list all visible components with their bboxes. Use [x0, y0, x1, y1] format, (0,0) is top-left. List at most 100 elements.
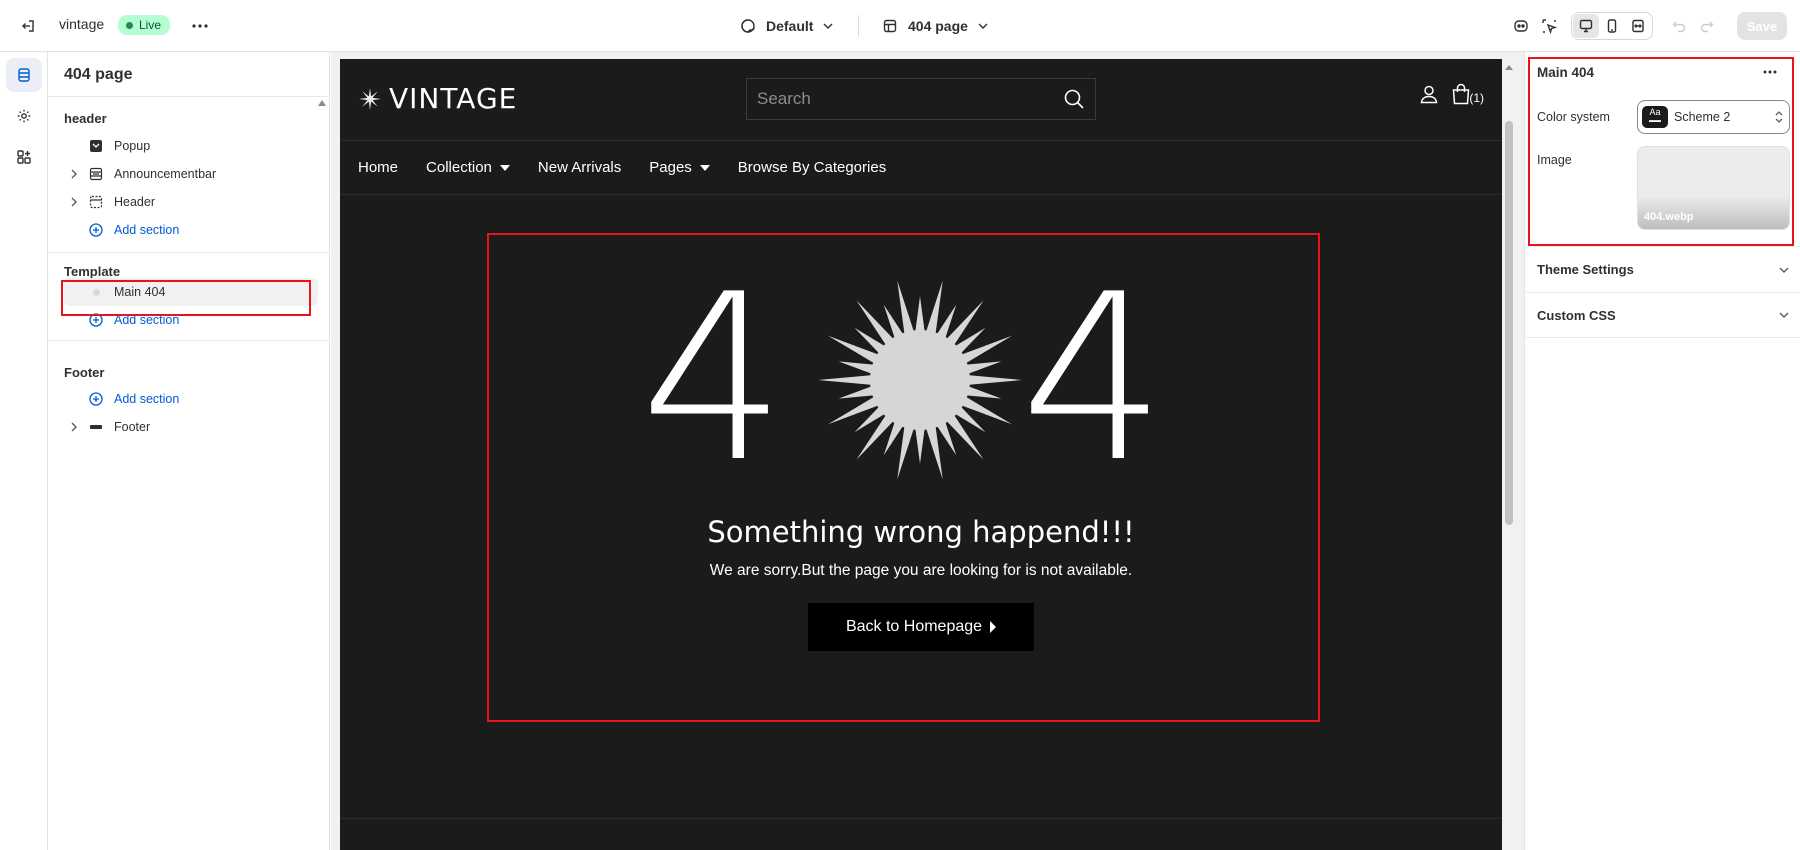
header-group-label: header	[64, 111, 107, 126]
main-404-section[interactable]: 4 4 Something wrong happend!!! We are so…	[340, 195, 1502, 755]
store-name: vintage	[59, 16, 105, 32]
expand-icon	[1632, 19, 1644, 33]
apps-icon	[17, 150, 31, 164]
topbar-divider	[858, 15, 859, 37]
desktop-view-button[interactable]	[1573, 14, 1599, 38]
divider	[48, 96, 330, 97]
account-icon[interactable]	[1419, 84, 1439, 104]
theme-selector[interactable]: Default	[740, 12, 833, 40]
nav-collection[interactable]: Collection	[426, 159, 510, 176]
apps-tab[interactable]	[6, 140, 42, 174]
mobile-view-button[interactable]	[1599, 14, 1625, 38]
nav-label: Browse By Categories	[737, 159, 887, 176]
plus-circle-icon	[89, 392, 103, 406]
sidekick-icon	[1514, 20, 1528, 32]
image-filename: 404.webp	[1644, 211, 1694, 223]
plus-circle-icon	[89, 223, 103, 237]
sections-tab[interactable]	[6, 58, 42, 92]
header-icons: (1)	[1419, 83, 1484, 105]
more-horizontal-icon	[1763, 70, 1777, 74]
undo-icon	[1672, 21, 1686, 33]
ai-sidekick-button[interactable]	[1507, 12, 1535, 40]
add-section-header-button[interactable]: Add section	[64, 216, 318, 244]
nav-browse-by-categories[interactable]: Browse By Categories	[738, 159, 886, 176]
scroll-up-arrow-icon[interactable]	[318, 100, 326, 106]
settings-more-button[interactable]	[1757, 60, 1783, 84]
accordion-label: Theme Settings	[1537, 262, 1634, 277]
redo-button[interactable]	[1693, 12, 1721, 40]
section-item-header[interactable]: Header	[64, 188, 318, 216]
desktop-icon	[1579, 19, 1593, 33]
accordion-theme-settings[interactable]: Theme Settings	[1525, 246, 1800, 292]
chevron-right-icon	[71, 169, 77, 179]
scroll-up-arrow-icon[interactable]	[1505, 65, 1513, 70]
viewport-toggle	[1571, 12, 1653, 40]
nav-pages[interactable]: Pages	[649, 159, 710, 176]
search-input[interactable]	[757, 89, 1063, 109]
section-item-label: Announcementbar	[114, 167, 217, 181]
divider	[48, 340, 330, 341]
theme-settings-tab[interactable]	[6, 99, 42, 133]
cart-count: (1)	[1469, 91, 1484, 105]
topbar-actions: Save	[1507, 10, 1800, 42]
store-more-button[interactable]	[186, 12, 214, 40]
store-logo[interactable]: VINTAGE	[359, 82, 517, 115]
settings-title: Main 404	[1537, 65, 1595, 80]
layout-icon	[883, 19, 897, 33]
image-label: Image	[1537, 153, 1572, 167]
add-section-footer-button[interactable]: Add section	[64, 385, 318, 413]
plus-circle-icon	[89, 313, 103, 327]
color-scheme-select[interactable]: Aa ▬▬ Scheme 2	[1637, 100, 1790, 134]
accordion-custom-css[interactable]: Custom CSS	[1525, 292, 1800, 338]
preview-scrollbar[interactable]	[1503, 59, 1515, 850]
settings-panel: Main 404 Color system Aa ▬▬ Scheme 2 Imag…	[1524, 52, 1800, 850]
save-button[interactable]: Save	[1737, 12, 1787, 40]
live-dot-icon	[126, 21, 133, 29]
exit-button[interactable]	[14, 12, 42, 40]
section-item-label: Popup	[114, 139, 151, 153]
page-selector[interactable]: 404 page	[882, 12, 988, 40]
undo-button[interactable]	[1665, 12, 1693, 40]
sunburst-icon	[818, 280, 1022, 480]
storefront-preview: VINTAGE (1) Home Collection New Arrivals…	[340, 59, 1502, 850]
section-item-main-404[interactable]: Main 404	[64, 278, 318, 306]
nav-home[interactable]: Home	[358, 159, 398, 176]
divider	[48, 252, 330, 253]
theme-selector-label: Default	[766, 18, 814, 34]
popup-icon	[90, 140, 102, 152]
add-section-label: Add section	[114, 313, 180, 327]
footer-group-label: Footer	[64, 365, 105, 380]
scrollbar-thumb[interactable]	[1505, 121, 1513, 525]
editor-topbar: vintage Live Default 404 page Save	[0, 0, 1800, 52]
page-title: 404 page	[64, 66, 133, 83]
error-subtitle: We are sorry.But the page you are lookin…	[709, 562, 1133, 579]
inspector-button[interactable]	[1535, 12, 1563, 40]
search-icon[interactable]	[1063, 88, 1085, 110]
chevron-down-icon	[978, 23, 988, 29]
footer-section-icon	[90, 425, 102, 429]
section-item-label: Footer	[114, 420, 151, 434]
add-section-label: Add section	[114, 392, 180, 406]
color-system-label: Color system	[1537, 110, 1610, 124]
store-header: VINTAGE (1)	[340, 59, 1502, 141]
editor-rail	[0, 52, 48, 850]
nav-new-arrivals[interactable]: New Arrivals	[538, 159, 621, 176]
select-chevrons-icon	[1775, 111, 1783, 123]
color-scheme-value: Scheme 2	[1674, 110, 1731, 124]
add-section-template-button[interactable]: Add section	[64, 306, 318, 334]
caret-right-icon	[990, 621, 997, 633]
cart-button[interactable]: (1)	[1451, 83, 1484, 105]
error-title: Something wrong happend!!!	[707, 515, 1135, 549]
store-search	[746, 78, 1096, 120]
announcement-bar-icon	[89, 167, 103, 181]
section-item-announcementbar[interactable]: Announcementbar	[64, 160, 318, 188]
section-item-popup[interactable]: Popup	[64, 132, 318, 160]
image-picker[interactable]: 404.webp	[1637, 146, 1790, 230]
chevron-down-icon	[823, 23, 833, 29]
fullscreen-view-button[interactable]	[1625, 14, 1651, 38]
section-item-label: Main 404	[114, 285, 166, 299]
back-to-homepage-button[interactable]: Back to Homepage	[808, 603, 1034, 651]
page-selector-label: 404 page	[908, 18, 968, 34]
nav-label: Pages	[649, 159, 692, 176]
section-item-footer[interactable]: Footer	[64, 413, 318, 441]
